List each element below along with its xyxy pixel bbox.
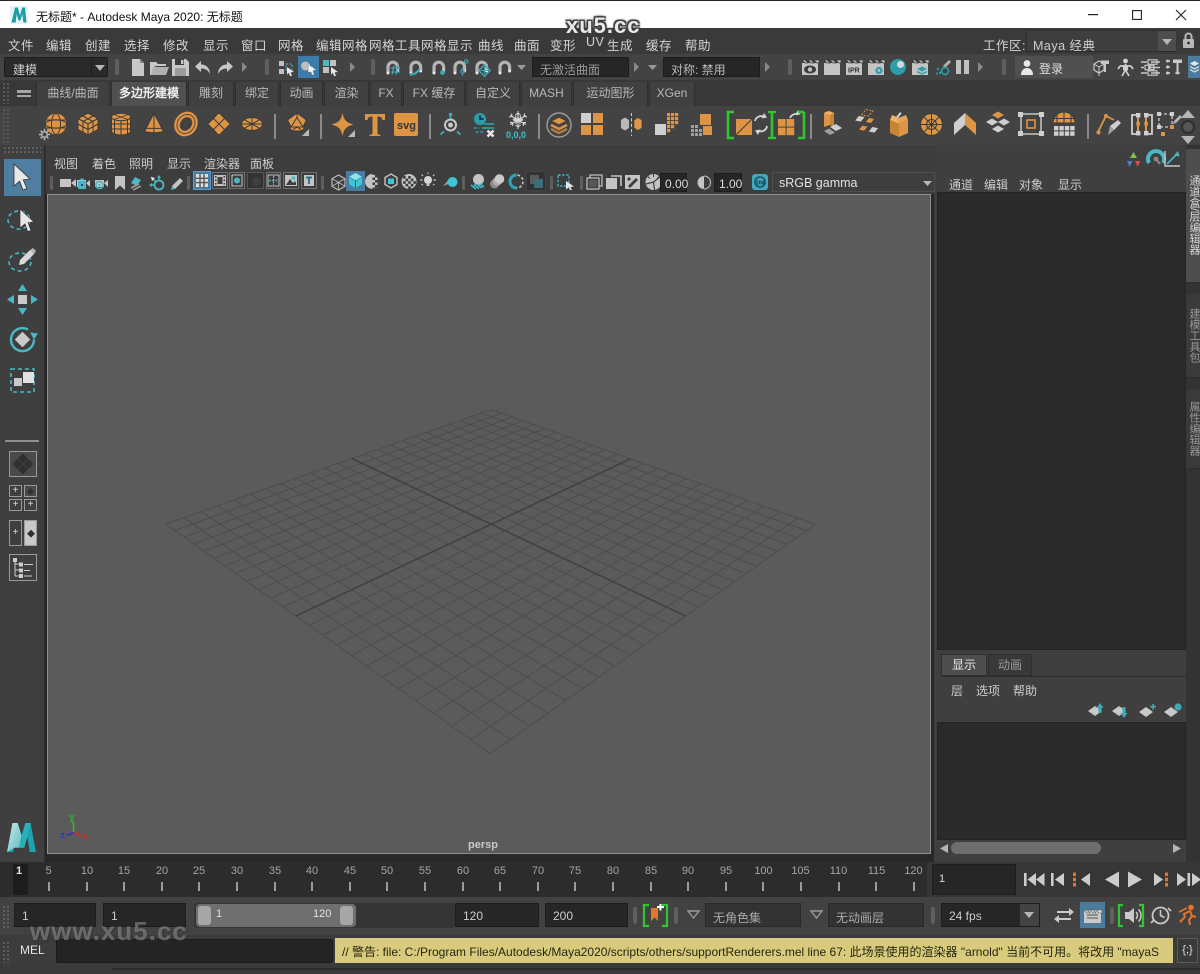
svg-text:persp: persp bbox=[468, 839, 498, 851]
svg-text:IPR: IPR bbox=[848, 68, 860, 75]
svg-text:svg: svg bbox=[397, 120, 416, 132]
svg-text:0,0,0: 0,0,0 bbox=[506, 130, 526, 140]
svg-text:ON: ON bbox=[756, 181, 764, 187]
svg-text:y: y bbox=[70, 812, 75, 822]
svg-text:x: x bbox=[83, 831, 88, 841]
svg-text:z: z bbox=[61, 830, 66, 840]
